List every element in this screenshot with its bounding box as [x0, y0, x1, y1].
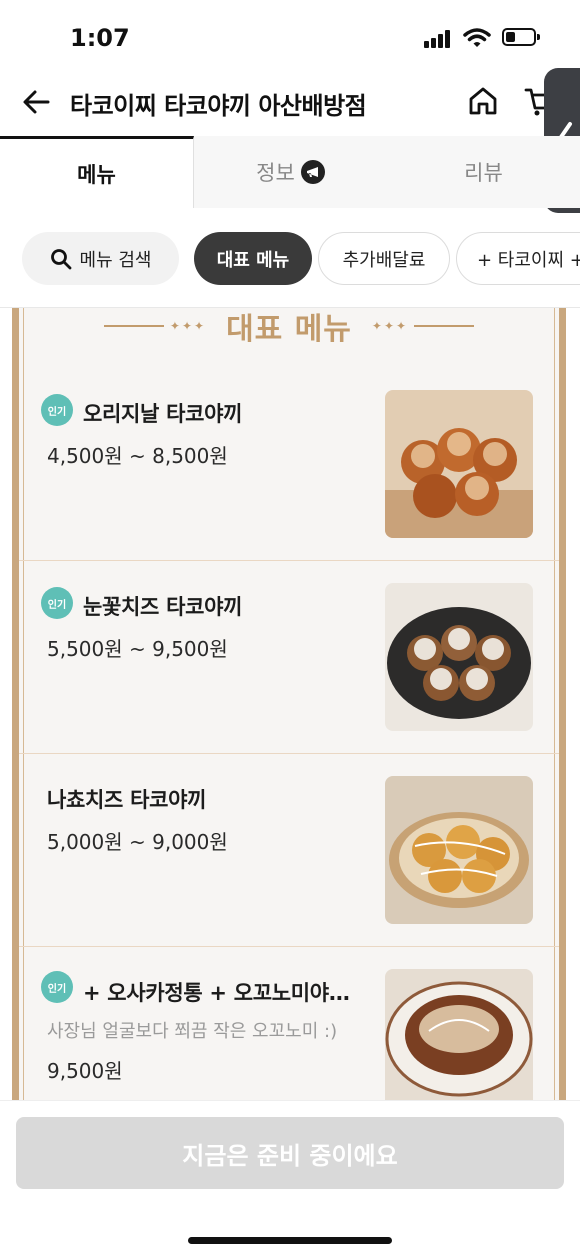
menu-item-price: 5,500원 ~ 9,500원	[47, 637, 228, 661]
menu-item-photo	[385, 583, 533, 731]
menu-item-photo	[385, 390, 533, 538]
menu-search-button[interactable]: 메뉴 검색	[22, 232, 179, 285]
tab-info-label: 정보	[256, 161, 295, 185]
decorative-line	[414, 325, 475, 327]
board-title-row: ✦✦✦ 대표 메뉴 ✦✦✦	[79, 308, 499, 347]
section-title: 대표 메뉴	[226, 312, 352, 347]
menu-item[interactable]: 인기 오리지날 타코야끼 4,500원 ~ 8,500원	[19, 368, 559, 561]
tab-info[interactable]: 정보	[194, 136, 387, 208]
menu-list-scroll[interactable]: ✦✦✦ 대표 메뉴 ✦✦✦ 인기 오리지날 타코야끼 4,500원 ~ 8,50…	[0, 308, 580, 1100]
megaphone-icon	[300, 160, 325, 184]
menu-board: ✦✦✦ 대표 메뉴 ✦✦✦ 인기 오리지날 타코야끼 4,500원 ~ 8,50…	[12, 308, 566, 1100]
menu-item-name: 나쵸치즈 타코야끼	[47, 788, 207, 812]
menu-item-price: 5,000원 ~ 9,000원	[47, 830, 228, 854]
decorative-line	[103, 325, 164, 327]
status-bar: 1:07	[0, 0, 580, 70]
chip-representative-menu[interactable]: 대표 메뉴	[194, 232, 312, 285]
chip-takoichi-extra[interactable]: + 타코이찌 +	[456, 232, 580, 285]
popular-badge: 인기	[41, 394, 73, 426]
back-arrow-icon[interactable]	[18, 84, 54, 120]
tab-review-label: 리뷰	[464, 161, 503, 185]
search-icon	[50, 248, 71, 269]
tab-bar: 메뉴 정보 리뷰	[0, 136, 580, 208]
order-button-disabled[interactable]: 지금은 준비 중이에요	[16, 1117, 564, 1189]
menu-item-name: 오리지날 타코야끼	[83, 402, 243, 426]
popular-badge: 인기	[41, 971, 73, 1003]
menu-item-name: + 오사카정통 + 오꼬노미야…	[83, 981, 350, 1005]
signal-icon	[424, 30, 454, 48]
tab-review[interactable]: 리뷰	[387, 136, 580, 208]
home-indicator	[188, 1237, 392, 1244]
tab-menu-label: 메뉴	[77, 162, 116, 187]
menu-item-price: 4,500원 ~ 8,500원	[47, 444, 228, 468]
menu-search-label: 메뉴 검색	[79, 249, 152, 271]
menu-item-photo	[385, 776, 533, 924]
menu-item[interactable]: 인기 눈꽃치즈 타코야끼 5,500원 ~ 9,500원	[19, 561, 559, 754]
popular-badge: 인기	[41, 587, 73, 619]
store-title: 타코이찌 타코야끼 아산배방점	[70, 92, 367, 120]
home-icon[interactable]	[466, 84, 500, 118]
menu-item-name: 눈꽃치즈 타코야끼	[83, 595, 243, 619]
battery-icon	[502, 28, 540, 46]
decorative-stars: ✦✦✦	[371, 319, 409, 333]
menu-item[interactable]: 인기 + 오사카정통 + 오꼬노미야… 사장님 얼굴보다 쬐끔 작은 오꼬노미 …	[19, 947, 559, 1100]
tab-menu[interactable]: 메뉴	[0, 136, 194, 208]
category-chips: 메뉴 검색 대표 메뉴 추가배달료 + 타코이찌 +	[0, 208, 580, 308]
menu-item-description: 사장님 얼굴보다 쬐끔 작은 오꼬노미 :)	[47, 1021, 338, 1042]
menu-item[interactable]: 나쵸치즈 타코야끼 5,000원 ~ 9,000원	[19, 754, 559, 947]
decorative-stars: ✦✦✦	[169, 319, 207, 333]
menu-item-photo	[385, 969, 533, 1100]
menu-item-price: 9,500원	[47, 1059, 123, 1083]
status-time: 1:07	[70, 24, 130, 52]
app-header: 타코이찌 타코야끼 아산배방점	[0, 70, 580, 136]
wifi-icon	[463, 28, 491, 47]
bottom-bar: 지금은 준비 중이에요	[0, 1100, 580, 1255]
chip-extra-delivery-fee[interactable]: 추가배달료	[318, 232, 450, 285]
